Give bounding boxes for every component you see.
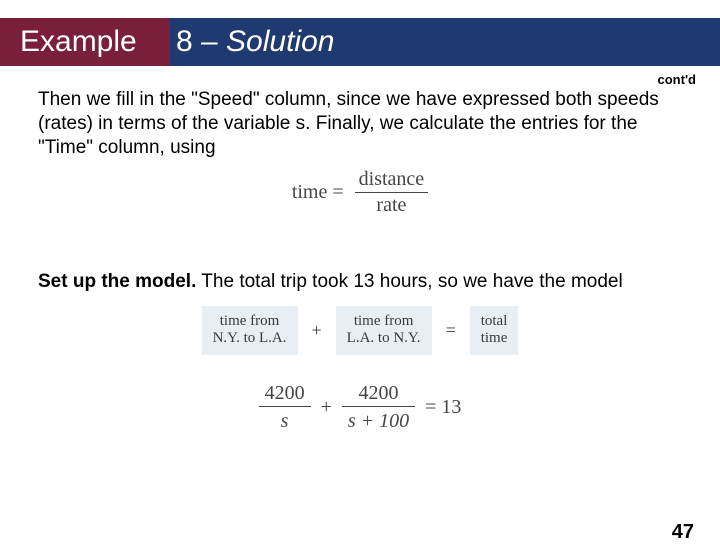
box-ny-to-la: time from N.Y. to L.A. <box>202 306 298 355</box>
box2-line2: L.A. to N.Y. <box>347 330 421 347</box>
box3-line1: total <box>481 313 508 330</box>
title-bar: Example 8 – Solution <box>0 18 720 66</box>
title-accent-text: Example <box>20 25 137 59</box>
formula2-f1-top: 4200 <box>259 381 311 407</box>
box3-line2: time <box>481 330 508 347</box>
title-number: 8 – <box>176 25 226 58</box>
model-box-row: time from N.Y. to L.A. + time from L.A. … <box>38 306 682 355</box>
paragraph-2-bold: Set up the model. <box>38 271 196 292</box>
equals-operator: = <box>446 319 456 342</box>
title-accent: Example <box>0 18 170 66</box>
formula2-equals: = 13 <box>425 395 461 420</box>
formula1-denominator: rate <box>355 193 429 218</box>
title-rest: 8 – Solution <box>170 25 334 59</box>
paragraph-2-rest: The total trip took 13 hours, so we have… <box>196 271 622 292</box>
page-number: 47 <box>672 521 694 544</box>
formula2-frac1: 4200 s <box>259 381 311 434</box>
formula2-frac2: 4200 s + 100 <box>342 381 415 434</box>
formula2-f2-bot: s + 100 <box>342 407 415 434</box>
box-la-to-ny: time from L.A. to N.Y. <box>336 306 432 355</box>
box1-line2: N.Y. to L.A. <box>213 330 287 347</box>
paragraph-1: Then we fill in the "Speed" column, sinc… <box>38 88 682 159</box>
formula2-plus: + <box>321 395 332 420</box>
title-solution: Solution <box>226 25 334 58</box>
formula1-numerator: distance <box>355 167 429 193</box>
plus-operator: + <box>312 319 322 342</box>
box2-line1: time from <box>347 313 421 330</box>
box-total-time: total time <box>470 306 519 355</box>
formula2-f1-bot: s <box>259 407 311 434</box>
formula2-f2-top: 4200 <box>342 381 415 407</box>
continued-label: cont'd <box>658 72 696 87</box>
formula1-fraction: distance rate <box>355 167 429 218</box>
paragraph-2: Set up the model. The total trip took 13… <box>38 270 682 294</box>
formula-time-equals: time = distance rate <box>270 167 450 218</box>
body-content: Then we fill in the "Speed" column, sinc… <box>0 66 720 434</box>
formula-equation: 4200 s + 4200 s + 100 = 13 <box>38 381 682 434</box>
formula1-lhs: time = <box>292 180 344 205</box>
box1-line1: time from <box>213 313 287 330</box>
